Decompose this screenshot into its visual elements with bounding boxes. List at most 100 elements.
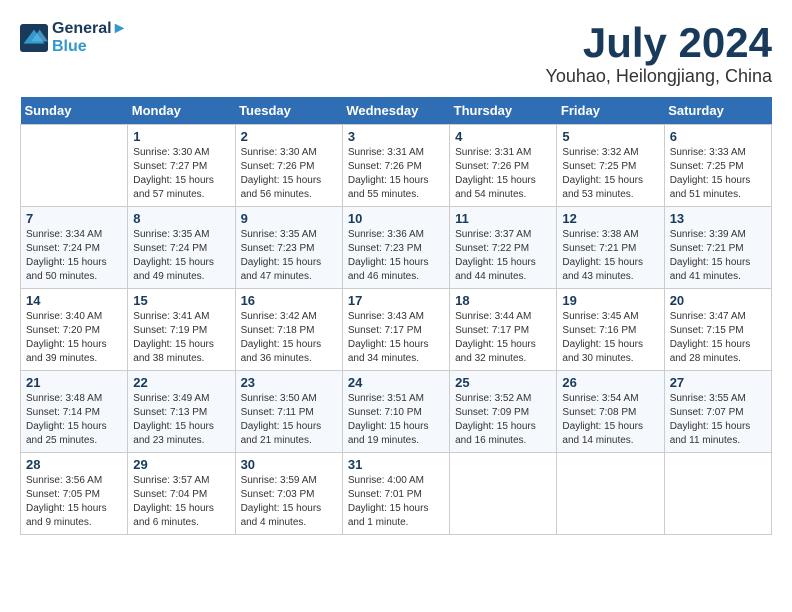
calendar-cell: 15 Sunrise: 3:41 AM Sunset: 7:19 PM Dayli… [128,289,235,371]
calendar-cell: 6 Sunrise: 3:33 AM Sunset: 7:25 PM Daylig… [664,125,771,207]
day-info: Sunrise: 3:36 AM Sunset: 7:23 PM Dayligh… [348,228,444,284]
weekday-header: Sunday [21,97,128,125]
day-number: 9 [241,211,337,226]
calendar-cell: 28 Sunrise: 3:56 AM Sunset: 7:05 PM Dayli… [21,453,128,535]
day-info: Sunrise: 3:54 AM Sunset: 7:08 PM Dayligh… [562,392,658,448]
day-number: 8 [133,211,229,226]
day-info: Sunrise: 3:31 AM Sunset: 7:26 PM Dayligh… [455,146,551,202]
day-info: Sunrise: 3:33 AM Sunset: 7:25 PM Dayligh… [670,146,766,202]
calendar-cell: 21 Sunrise: 3:48 AM Sunset: 7:14 PM Dayli… [21,371,128,453]
day-info: Sunrise: 3:57 AM Sunset: 7:04 PM Dayligh… [133,474,229,530]
calendar-cell: 10Sunrise: 3:36 AM Sunset: 7:23 PM Dayli… [342,207,449,289]
day-info: Sunrise: 3:30 AM Sunset: 7:27 PM Dayligh… [133,146,229,202]
day-info: Sunrise: 3:47 AM Sunset: 7:15 PM Dayligh… [670,310,766,366]
day-number: 5 [562,129,658,144]
calendar-cell [664,453,771,535]
calendar-week-row: 21 Sunrise: 3:48 AM Sunset: 7:14 PM Dayli… [21,371,772,453]
day-number: 31 [348,457,444,472]
day-info: Sunrise: 3:34 AM Sunset: 7:24 PM Dayligh… [26,228,122,284]
calendar-week-row: 14 Sunrise: 3:40 AM Sunset: 7:20 PM Dayli… [21,289,772,371]
day-info: Sunrise: 3:52 AM Sunset: 7:09 PM Dayligh… [455,392,551,448]
day-number: 22 [133,375,229,390]
day-info: Sunrise: 3:37 AM Sunset: 7:22 PM Dayligh… [455,228,551,284]
day-info: Sunrise: 3:39 AM Sunset: 7:21 PM Dayligh… [670,228,766,284]
calendar-cell [21,125,128,207]
calendar-cell: 20 Sunrise: 3:47 AM Sunset: 7:15 PM Dayli… [664,289,771,371]
day-info: Sunrise: 3:45 AM Sunset: 7:16 PM Dayligh… [562,310,658,366]
day-info: Sunrise: 3:32 AM Sunset: 7:25 PM Dayligh… [562,146,658,202]
day-number: 11 [455,211,551,226]
calendar-cell: 4 Sunrise: 3:31 AM Sunset: 7:26 PM Daylig… [450,125,557,207]
calendar-cell: 7 Sunrise: 3:34 AM Sunset: 7:24 PM Daylig… [21,207,128,289]
weekday-header: Wednesday [342,97,449,125]
calendar-cell: 30Sunrise: 3:59 AM Sunset: 7:03 PM Dayli… [235,453,342,535]
day-number: 14 [26,293,122,308]
day-number: 17 [348,293,444,308]
calendar-week-row: 7 Sunrise: 3:34 AM Sunset: 7:24 PM Daylig… [21,207,772,289]
calendar-week-row: 28 Sunrise: 3:56 AM Sunset: 7:05 PM Dayli… [21,453,772,535]
day-info: Sunrise: 3:44 AM Sunset: 7:17 PM Dayligh… [455,310,551,366]
day-info: Sunrise: 3:40 AM Sunset: 7:20 PM Dayligh… [26,310,122,366]
day-number: 24 [348,375,444,390]
day-number: 29 [133,457,229,472]
weekday-header: Tuesday [235,97,342,125]
day-number: 4 [455,129,551,144]
day-info: Sunrise: 3:31 AM Sunset: 7:26 PM Dayligh… [348,146,444,202]
calendar-cell: 2Sunrise: 3:30 AM Sunset: 7:26 PM Daylig… [235,125,342,207]
calendar-cell: 11 Sunrise: 3:37 AM Sunset: 7:22 PM Dayli… [450,207,557,289]
calendar-table: SundayMondayTuesdayWednesdayThursdayFrid… [20,97,772,535]
weekday-header: Saturday [664,97,771,125]
calendar-cell: 19 Sunrise: 3:45 AM Sunset: 7:16 PM Dayli… [557,289,664,371]
day-info: Sunrise: 3:35 AM Sunset: 7:23 PM Dayligh… [241,228,337,284]
day-number: 2 [241,129,337,144]
day-info: Sunrise: 3:49 AM Sunset: 7:13 PM Dayligh… [133,392,229,448]
day-number: 20 [670,293,766,308]
calendar-cell: 31 Sunrise: 4:00 AM Sunset: 7:01 PM Dayli… [342,453,449,535]
day-info: Sunrise: 3:35 AM Sunset: 7:24 PM Dayligh… [133,228,229,284]
weekday-header: Friday [557,97,664,125]
day-info: Sunrise: 4:00 AM Sunset: 7:01 PM Dayligh… [348,474,444,530]
location-title: Youhao, Heilongjiang, China [545,66,772,87]
day-number: 12 [562,211,658,226]
day-number: 28 [26,457,122,472]
day-number: 15 [133,293,229,308]
calendar-cell: 17 Sunrise: 3:43 AM Sunset: 7:17 PM Dayli… [342,289,449,371]
logo-icon [20,24,48,52]
weekday-header: Monday [128,97,235,125]
calendar-cell: 5 Sunrise: 3:32 AM Sunset: 7:25 PM Daylig… [557,125,664,207]
logo: General► Blue [20,20,127,56]
day-number: 26 [562,375,658,390]
calendar-cell: 29 Sunrise: 3:57 AM Sunset: 7:04 PM Dayli… [128,453,235,535]
day-number: 23 [241,375,337,390]
day-info: Sunrise: 3:56 AM Sunset: 7:05 PM Dayligh… [26,474,122,530]
day-info: Sunrise: 3:43 AM Sunset: 7:17 PM Dayligh… [348,310,444,366]
day-info: Sunrise: 3:41 AM Sunset: 7:19 PM Dayligh… [133,310,229,366]
calendar-cell: 23Sunrise: 3:50 AM Sunset: 7:11 PM Dayli… [235,371,342,453]
calendar-cell: 26 Sunrise: 3:54 AM Sunset: 7:08 PM Dayli… [557,371,664,453]
calendar-cell: 24Sunrise: 3:51 AM Sunset: 7:10 PM Dayli… [342,371,449,453]
day-number: 7 [26,211,122,226]
day-number: 3 [348,129,444,144]
logo-text: General► Blue [52,20,127,56]
weekday-header: Thursday [450,97,557,125]
day-number: 6 [670,129,766,144]
month-title: July 2024 [545,20,772,66]
day-number: 25 [455,375,551,390]
day-number: 18 [455,293,551,308]
calendar-cell: 27Sunrise: 3:55 AM Sunset: 7:07 PM Dayli… [664,371,771,453]
calendar-cell: 22 Sunrise: 3:49 AM Sunset: 7:13 PM Dayli… [128,371,235,453]
day-info: Sunrise: 3:48 AM Sunset: 7:14 PM Dayligh… [26,392,122,448]
calendar-cell: 9 Sunrise: 3:35 AM Sunset: 7:23 PM Daylig… [235,207,342,289]
calendar-cell: 14 Sunrise: 3:40 AM Sunset: 7:20 PM Dayli… [21,289,128,371]
day-number: 27 [670,375,766,390]
calendar-cell: 3 Sunrise: 3:31 AM Sunset: 7:26 PM Daylig… [342,125,449,207]
day-number: 19 [562,293,658,308]
calendar-cell: 25 Sunrise: 3:52 AM Sunset: 7:09 PM Dayli… [450,371,557,453]
day-number: 16 [241,293,337,308]
calendar-cell: 12Sunrise: 3:38 AM Sunset: 7:21 PM Dayli… [557,207,664,289]
day-number: 1 [133,129,229,144]
calendar-cell [557,453,664,535]
day-number: 13 [670,211,766,226]
calendar-cell: 18 Sunrise: 3:44 AM Sunset: 7:17 PM Dayli… [450,289,557,371]
day-number: 21 [26,375,122,390]
